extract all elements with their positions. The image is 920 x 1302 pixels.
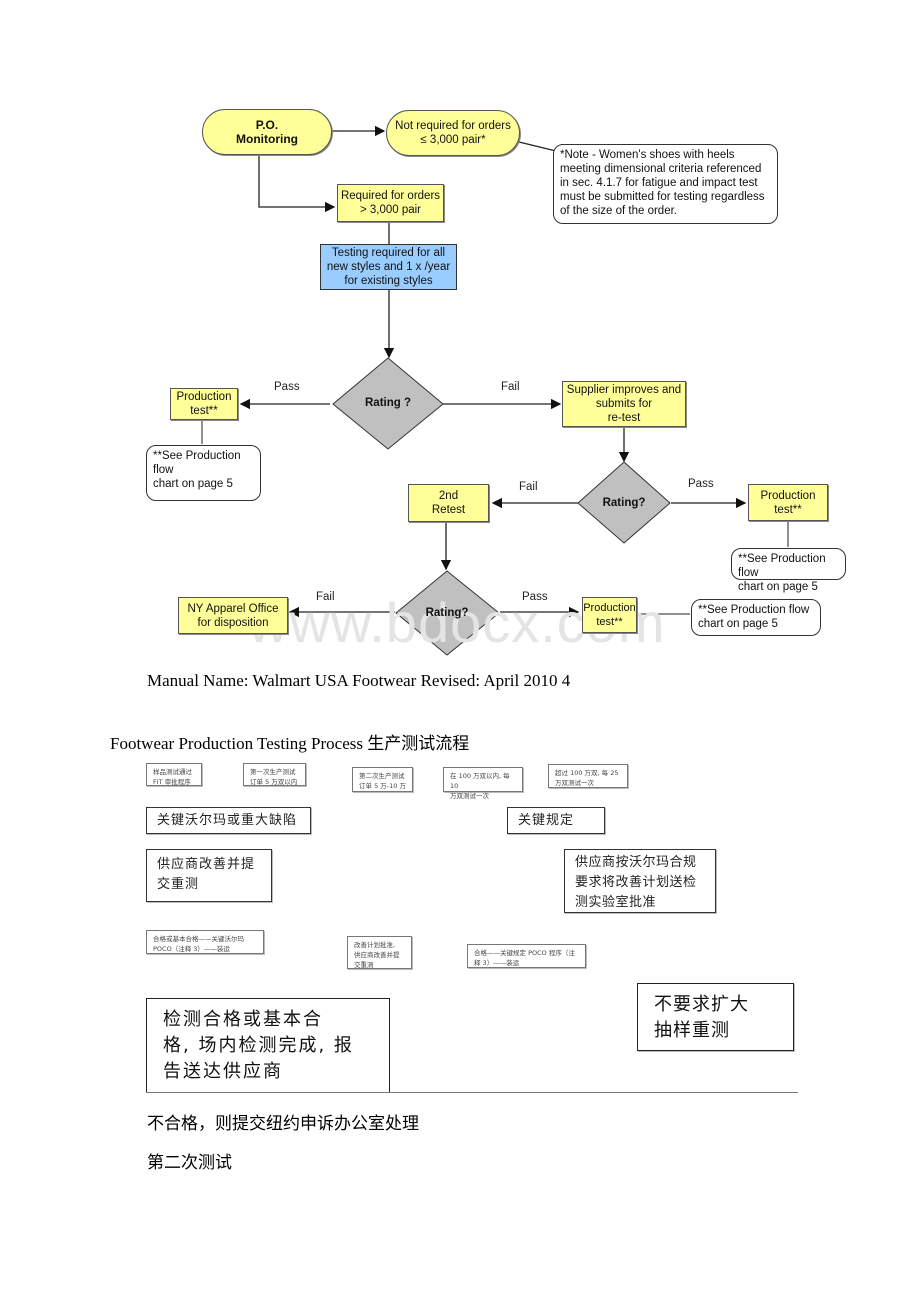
paragraph: 不合格，则提交纽约申诉办公室处理 bbox=[147, 1114, 419, 1133]
divider-line bbox=[146, 1092, 798, 1093]
required-node: Required for orders > 3,000 pair bbox=[337, 184, 444, 222]
key-rule-box: 关键规定 bbox=[507, 807, 605, 834]
process-box: 第一次生产测试 订单 5 万双以内 bbox=[243, 763, 306, 786]
edge-label-pass: Pass bbox=[274, 381, 300, 393]
manual-footer: Manual Name: Walmart USA Footwear Revise… bbox=[147, 671, 571, 690]
edge-label-fail: Fail bbox=[501, 381, 520, 393]
heels-note: *Note - Women's shoes with heels meeting… bbox=[553, 144, 778, 224]
process-box: 合格或基本合格——关键沃尔玛 POCO（注释 3）——装运 bbox=[146, 930, 264, 954]
production-test-node: Production test** bbox=[170, 388, 238, 420]
edge-label-fail: Fail bbox=[316, 591, 335, 603]
edge-label-pass: Pass bbox=[688, 478, 714, 490]
decision-label-rating-1: Rating ? bbox=[365, 397, 411, 409]
second-retest-node: 2nd Retest bbox=[408, 484, 489, 522]
decision-label-rating-3: Rating? bbox=[425, 607, 469, 619]
production-flow-note: **See Production flow chart on page 5 bbox=[731, 548, 846, 593]
ny-apparel-office-node: NY Apparel Office for disposition bbox=[178, 597, 288, 634]
paragraph: 第二次测试 bbox=[147, 1153, 232, 1172]
not-required-node: Not required for orders ≤ 3,000 pair* bbox=[386, 110, 520, 156]
process-box: 改善计划批准, 供应商改善并提 交重测 bbox=[347, 936, 412, 969]
process-box: 第二次生产测试 订单 5 万-10 万 bbox=[352, 767, 413, 792]
po-monitoring-node: P.O. Monitoring bbox=[202, 109, 332, 155]
key-defect-box: 关键沃尔玛或重大缺陷 bbox=[146, 807, 311, 834]
process-box: 样品测试通过 FIT 审批程序 bbox=[146, 763, 202, 786]
edge-label-pass: Pass bbox=[522, 591, 548, 603]
pass-report-box: 检测合格或基本合 格, 场内检测完成, 报 告送达供应商 bbox=[146, 998, 390, 1093]
supplier-retest-box: 供应商改善并提 交重测 bbox=[146, 849, 272, 902]
no-resample-box: 不要求扩大 抽样重测 bbox=[637, 983, 794, 1051]
edge-label-fail: Fail bbox=[519, 481, 538, 493]
production-flow-note: **See Production flow chart on page 5 bbox=[146, 445, 261, 501]
decision-label-rating-2: Rating? bbox=[602, 497, 646, 509]
connector bbox=[518, 141, 557, 152]
production-test-node: Production test** bbox=[748, 484, 828, 521]
supplier-plan-box: 供应商按沃尔玛合规 要求将改善计划送检 测实验室批准 bbox=[564, 849, 716, 913]
production-flow-note: **See Production flow chart on page 5 bbox=[691, 599, 821, 636]
supplier-improves-node: Supplier improves and submits for re-tes… bbox=[562, 381, 686, 427]
connector bbox=[258, 155, 336, 213]
testing-required-node: Testing required for all new styles and … bbox=[320, 244, 457, 290]
section-title: Footwear Production Testing Process 生产测试… bbox=[110, 734, 470, 753]
production-test-node: Production test** bbox=[582, 597, 637, 633]
process-box: 在 100 万双以内, 每 10 万双测试一次 bbox=[443, 767, 523, 800]
process-box: 超过 100 万双, 每 25 万双测试一次 bbox=[548, 764, 628, 788]
process-box: 合格——关键规定 POCO 程序（注 释 3）——装运 bbox=[467, 944, 586, 968]
